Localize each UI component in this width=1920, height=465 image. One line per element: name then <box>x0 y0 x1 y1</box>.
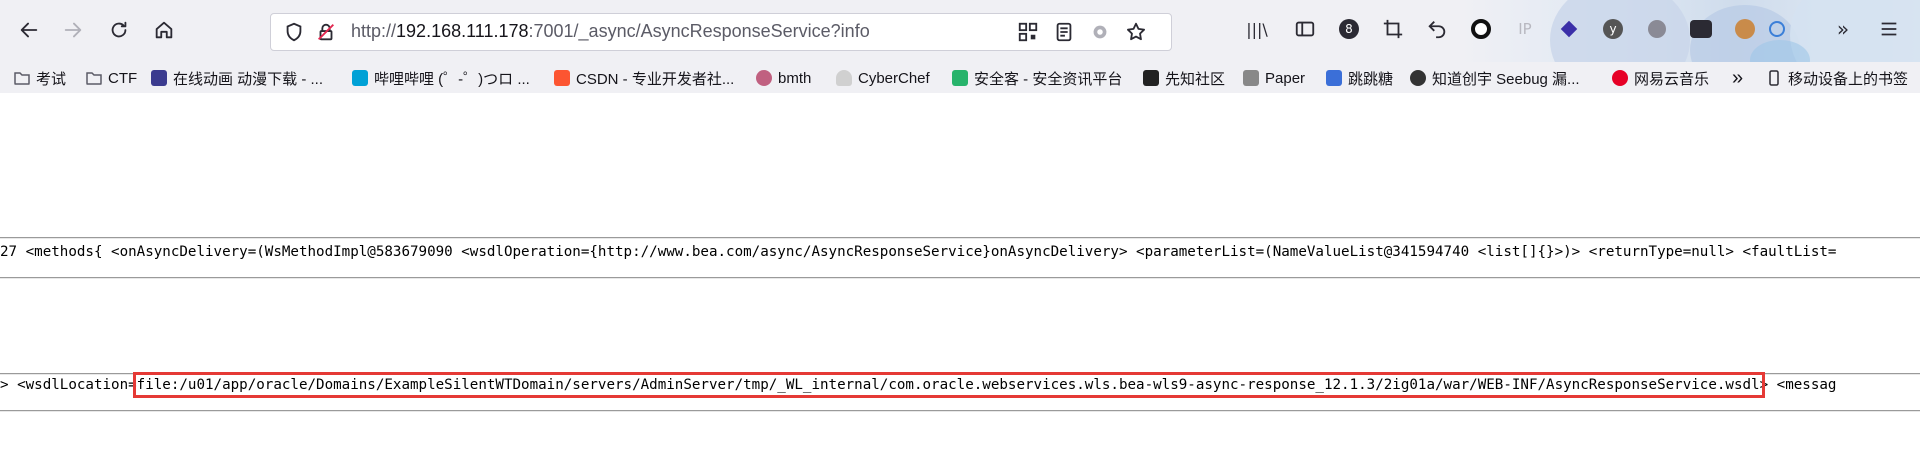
location-extension-icon[interactable] <box>1764 16 1790 42</box>
reload-button[interactable] <box>102 13 136 47</box>
mobile-bookmarks-icon <box>1769 70 1779 86</box>
bookmark-label: bmth <box>778 69 812 87</box>
browser-toolbar: http://192.168.111.178:7001/_async/Async… <box>0 0 1920 62</box>
bookmarks-toolbar: 考试 CTF 在线动画 动漫下载 - ... 哔哩哔哩 (゜-゜)つロ ... … <box>0 62 1920 94</box>
bookmark-netease-music[interactable]: 网易云音乐 <box>1612 67 1709 89</box>
badge-8-icon[interactable]: 8 <box>1336 16 1362 42</box>
bookmark-tiaotiaotang[interactable]: 跳跳糖 <box>1326 67 1393 89</box>
bookmark-label: CTF <box>108 69 138 87</box>
seebug-icon <box>1410 70 1426 86</box>
reader-view-icon[interactable] <box>1053 21 1075 43</box>
methods-line: 27 <methods{ <onAsyncDelivery=(WsMethodI… <box>0 244 1837 260</box>
bookmark-csdn[interactable]: CSDN - 专业开发者社... <box>554 67 734 89</box>
owl-extension-icon[interactable] <box>1688 16 1714 42</box>
highlight-box <box>132 372 1765 398</box>
bookmark-label: 移动设备上的书签 <box>1788 70 1909 88</box>
back-button[interactable] <box>12 13 46 47</box>
bookmark-label: CSDN - 专业开发者社... <box>576 70 735 88</box>
url-scheme: http:// <box>351 21 397 41</box>
library-icon[interactable]: |||\ <box>1244 16 1270 42</box>
bookmark-label: 知道创宇 Seebug 漏... <box>1432 70 1580 88</box>
extension-gear-icon[interactable] <box>1089 21 1111 43</box>
address-bar[interactable]: http://192.168.111.178:7001/_async/Async… <box>270 13 1172 51</box>
bookmark-anime[interactable]: 在线动画 动漫下载 - ... <box>151 67 323 89</box>
overflow-chevrons-icon[interactable]: » <box>1830 16 1856 42</box>
sidebar-icon[interactable] <box>1292 16 1318 42</box>
insecure-lock-icon[interactable] <box>315 21 337 43</box>
bookmark-folder-ctf[interactable]: CTF <box>86 67 137 89</box>
qr-code-icon[interactable] <box>1017 21 1039 43</box>
chef-hat-icon <box>836 70 852 86</box>
person-extension-icon[interactable] <box>1644 16 1670 42</box>
wsdl-location-suffix: > <messag <box>1759 377 1837 393</box>
horizontal-rule <box>0 410 1920 412</box>
bookmark-bilibili[interactable]: 哔哩哔哩 (゜-゜)つロ ... <box>352 67 530 89</box>
netease-music-icon <box>1612 70 1628 86</box>
home-icon <box>155 21 173 39</box>
reload-icon <box>111 21 127 38</box>
folder-icon <box>14 72 30 85</box>
menu-icon[interactable] <box>1876 16 1902 42</box>
circle-extension-icon[interactable] <box>1468 16 1494 42</box>
xianzhi-icon <box>1143 70 1159 86</box>
star-icon[interactable] <box>1125 21 1147 43</box>
bookmark-folder-exam[interactable]: 考试 <box>14 67 66 89</box>
crop-icon[interactable] <box>1380 16 1406 42</box>
url-path: :7001/_async/AsyncResponseService?info <box>528 21 870 41</box>
undo-icon[interactable] <box>1424 16 1450 42</box>
folder-icon <box>86 72 102 85</box>
url-host: 192.168.111.178 <box>396 21 529 41</box>
bookmark-label: Paper <box>1265 69 1306 87</box>
bookmark-xianzhi[interactable]: 先知社区 <box>1143 67 1225 89</box>
bookmark-anquanke[interactable]: 安全客 - 安全资讯平台 <box>952 67 1122 89</box>
anquanke-icon <box>952 70 968 86</box>
anime-favicon <box>151 70 167 86</box>
bookmarks-overflow-button[interactable]: » <box>1732 67 1743 89</box>
ip-extension-icon[interactable]: IP <box>1512 16 1538 42</box>
paper-icon <box>1243 70 1259 86</box>
bookmark-label: 先知社区 <box>1165 70 1226 88</box>
shield-icon[interactable] <box>283 21 305 43</box>
horizontal-rule <box>0 237 1920 239</box>
cookie-extension-icon[interactable] <box>1732 16 1758 42</box>
bookmark-bmth[interactable]: bmth <box>756 67 811 89</box>
bookmark-paper[interactable]: Paper <box>1243 67 1305 89</box>
arrow-left-icon <box>20 22 38 38</box>
page-content: 27 <methods{ <onAsyncDelivery=(WsMethodI… <box>0 93 1920 465</box>
bookmark-label: 跳跳糖 <box>1348 70 1394 88</box>
bookmark-label: 在线动画 动漫下载 - ... <box>173 70 324 88</box>
bilibili-icon <box>352 70 368 86</box>
home-button[interactable] <box>147 13 181 47</box>
bookmark-label: 考试 <box>36 70 67 88</box>
url-text[interactable]: http://192.168.111.178:7001/_async/Async… <box>351 21 870 42</box>
bookmark-label: 安全客 - 安全资讯平台 <box>974 70 1123 88</box>
csdn-icon <box>554 70 570 86</box>
bookmark-label: CyberChef <box>858 69 930 87</box>
arrow-right-icon <box>64 22 82 38</box>
bookmark-label: 网易云音乐 <box>1634 70 1710 88</box>
bookmark-seebug[interactable]: 知道创宇 Seebug 漏... <box>1410 67 1580 89</box>
horizontal-rule <box>0 277 1920 279</box>
bookmark-label: 哔哩哔哩 (゜-゜)つロ ... <box>374 70 530 88</box>
layers-extension-icon[interactable] <box>1556 16 1582 42</box>
mobile-bookmarks-folder[interactable]: 移动设备上的书签 <box>1766 67 1908 89</box>
bookmark-cyberchef[interactable]: CyberChef <box>836 67 930 89</box>
forward-button[interactable] <box>56 13 90 47</box>
yandex-extension-icon[interactable]: y <box>1600 16 1626 42</box>
tiaotiaotang-icon <box>1326 70 1342 86</box>
avatar-favicon <box>756 70 772 86</box>
wsdl-location-prefix: > <wsdlLocation= <box>0 377 137 393</box>
